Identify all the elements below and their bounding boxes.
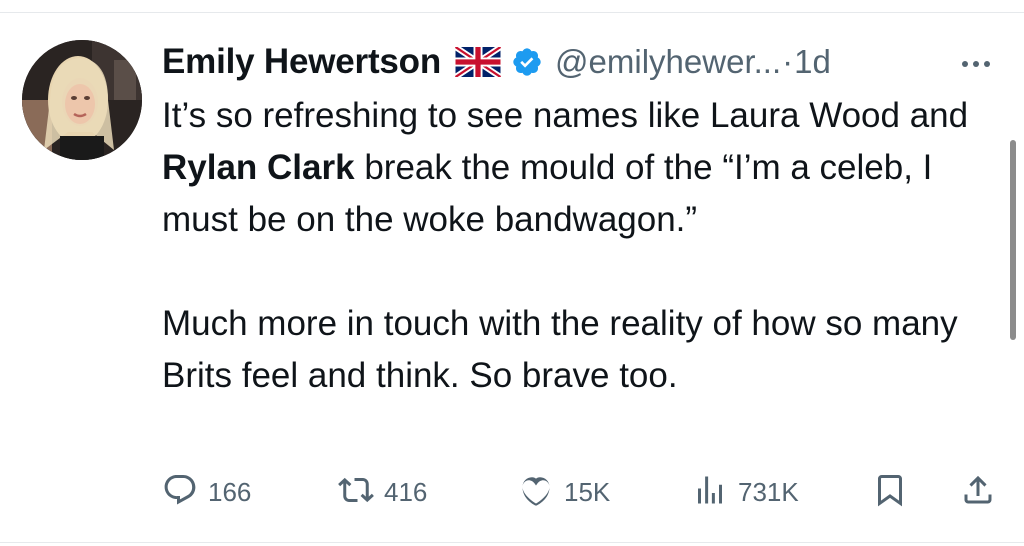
tweet-text-part: It’s so refreshing to see names like Lau… [162, 96, 969, 135]
repost-button[interactable]: 416 [338, 470, 427, 514]
views-icon [692, 472, 728, 513]
more-dot [962, 61, 968, 67]
tweet-paragraph-1: It’s so refreshing to see names like Lau… [162, 90, 1002, 246]
timestamp[interactable]: 1d [794, 43, 831, 81]
bookmark-button[interactable] [872, 470, 908, 514]
heart-icon [518, 472, 554, 513]
tweet-header: Emily Hewertson @emilyhewer... · 1d [162, 38, 1002, 86]
handle[interactable]: @emilyhewer... [555, 43, 781, 81]
bottom-divider [0, 542, 1024, 543]
uk-flag-icon [455, 47, 502, 77]
tweet[interactable]: Emily Hewertson @emilyhewer... · 1d It’s… [0, 0, 1024, 546]
action-bar: 166 416 15K 731K [162, 470, 1002, 514]
share-icon [960, 472, 996, 513]
scrollbar[interactable] [1010, 140, 1016, 340]
mention-name: Rylan Clark [162, 148, 355, 187]
views-button[interactable]: 731K [692, 470, 799, 514]
separator-dot: · [782, 43, 794, 80]
reply-count: 166 [208, 476, 252, 507]
reply-button[interactable]: 166 [162, 470, 251, 514]
more-dot [984, 61, 990, 67]
repost-icon [338, 472, 374, 513]
like-count: 15K [564, 476, 611, 507]
avatar[interactable] [22, 40, 142, 160]
verified-badge-icon[interactable] [511, 46, 543, 78]
tweet-paragraph-2: Much more in touch with the reality of h… [162, 304, 958, 395]
repost-count: 416 [384, 476, 428, 507]
bookmark-icon [872, 472, 908, 513]
more-dot [973, 61, 979, 67]
more-options-icon[interactable] [962, 44, 990, 84]
tweet-text: It’s so refreshing to see names like Lau… [162, 90, 1002, 402]
share-button[interactable] [960, 470, 996, 514]
views-count: 731K [738, 476, 799, 507]
reply-icon [162, 472, 198, 513]
avatar-image [22, 40, 142, 160]
display-name[interactable]: Emily Hewertson [162, 42, 441, 82]
like-button[interactable]: 15K [518, 470, 610, 514]
